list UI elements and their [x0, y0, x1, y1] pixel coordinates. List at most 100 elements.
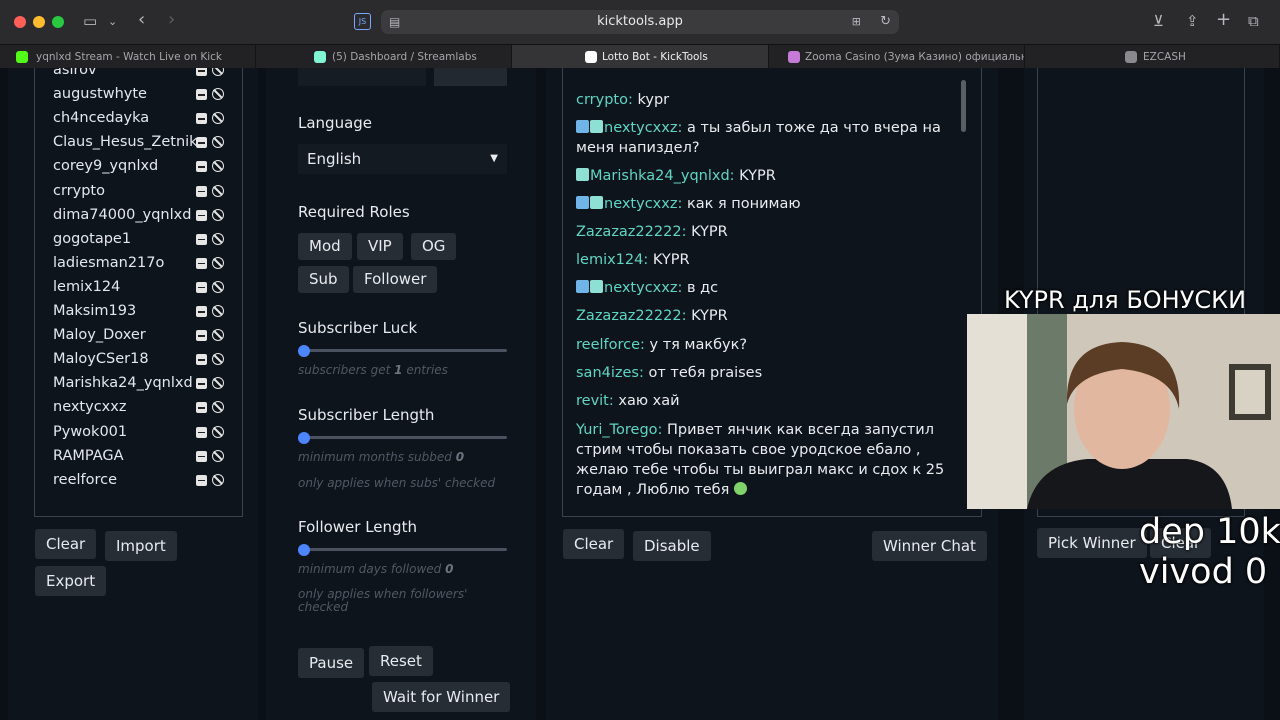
- sub-length-label: Subscriber Length: [298, 406, 435, 424]
- remove-icon[interactable]: [196, 330, 207, 342]
- remove-icon[interactable]: [196, 161, 207, 173]
- wait-for-winner-button[interactable]: Wait for Winner: [372, 682, 511, 712]
- reset-button[interactable]: Reset: [369, 646, 433, 676]
- chat-username[interactable]: Zazazaz22222: [576, 224, 682, 240]
- tab-kick[interactable]: yqnlxd Stream - Watch Live on Kick: [0, 45, 256, 69]
- ban-icon[interactable]: [212, 88, 224, 101]
- chat-username[interactable]: revit: [576, 393, 609, 409]
- ban-icon[interactable]: [212, 136, 224, 149]
- remove-icon[interactable]: [196, 281, 207, 293]
- remove-icon[interactable]: [196, 209, 207, 221]
- chat-disable-button[interactable]: Disable: [633, 531, 711, 561]
- import-button[interactable]: Import: [105, 531, 177, 561]
- tab-overview-icon[interactable]: ⧉: [1248, 12, 1259, 30]
- ban-icon[interactable]: [212, 425, 224, 438]
- ban-icon[interactable]: [212, 280, 224, 293]
- chat-feed[interactable]: crrypto: kypr nextycxxz: а ты забыл тоже …: [562, 68, 982, 517]
- follower-length-slider-handle[interactable]: [298, 544, 310, 556]
- close-window-button[interactable]: [14, 16, 26, 28]
- winner-chat-button[interactable]: Winner Chat: [872, 531, 987, 561]
- download-icon[interactable]: ⊻: [1153, 12, 1164, 30]
- remove-icon[interactable]: [196, 233, 207, 245]
- remove-icon[interactable]: [196, 113, 207, 125]
- remove-icon[interactable]: [196, 474, 207, 486]
- language-value: English: [307, 150, 362, 168]
- remove-icon[interactable]: [196, 68, 207, 76]
- remove-icon[interactable]: [196, 450, 207, 462]
- ban-icon[interactable]: [212, 473, 224, 486]
- chat-username[interactable]: nextycxxz: [604, 280, 677, 296]
- sub-luck-slider[interactable]: [302, 349, 507, 352]
- tab-zooma[interactable]: Zooma Casino (Зума Казино) официальный с…: [769, 45, 1025, 69]
- ban-icon[interactable]: [212, 305, 224, 317]
- role-sub-toggle[interactable]: Sub: [298, 266, 349, 293]
- remove-icon[interactable]: [196, 426, 207, 438]
- ban-icon[interactable]: [212, 449, 224, 462]
- chat-username[interactable]: nextycxxz: [604, 196, 677, 212]
- role-vip-toggle[interactable]: VIP: [357, 233, 403, 260]
- pause-button[interactable]: Pause: [298, 648, 365, 678]
- remove-icon[interactable]: [196, 257, 207, 269]
- new-tab-icon[interactable]: +: [1216, 9, 1231, 30]
- ban-icon[interactable]: [212, 401, 224, 414]
- zoom-window-button[interactable]: [52, 16, 64, 28]
- ban-icon[interactable]: [212, 232, 224, 245]
- ban-icon[interactable]: [212, 112, 224, 125]
- sub-length-slider-handle[interactable]: [298, 432, 310, 444]
- chevron-down-icon[interactable]: ⌄: [108, 15, 117, 28]
- chat-username[interactable]: crrypto: [576, 92, 628, 108]
- ban-icon[interactable]: [212, 208, 224, 221]
- excluded-users-list[interactable]: asirov augustwhyte ch4ncedayka Claus_Hesus_…: [34, 68, 243, 517]
- top-input-partial[interactable]: [298, 68, 426, 86]
- address-bar[interactable]: ▤ kicktools.app ⊞ ↻: [381, 10, 899, 34]
- share-icon[interactable]: ⇪: [1186, 12, 1199, 30]
- ban-icon[interactable]: [212, 256, 224, 269]
- chat-username[interactable]: lemix124: [576, 252, 643, 268]
- remove-icon[interactable]: [196, 378, 207, 390]
- ban-icon[interactable]: [212, 160, 224, 173]
- remove-icon[interactable]: [196, 185, 207, 197]
- translate-icon[interactable]: ⊞: [852, 10, 861, 34]
- back-icon[interactable]: ‹: [138, 9, 145, 30]
- list-clear-button[interactable]: Clear: [35, 529, 97, 559]
- tab-ezcash[interactable]: EZCASH: [1025, 45, 1280, 69]
- role-follower-toggle[interactable]: Follower: [353, 266, 438, 293]
- ban-icon[interactable]: [212, 377, 224, 390]
- export-button[interactable]: Export: [35, 566, 107, 596]
- sidebar-icon[interactable]: ▭: [83, 12, 97, 30]
- webcam-feed: [967, 314, 1280, 509]
- sub-length-slider[interactable]: [302, 436, 507, 439]
- chat-username[interactable]: Marishka24_yqnlxd: [590, 168, 730, 184]
- remove-icon[interactable]: [196, 137, 207, 149]
- chat-username[interactable]: Yuri_Torego: [576, 422, 658, 438]
- ban-icon[interactable]: [212, 184, 224, 197]
- reload-icon[interactable]: ↻: [880, 10, 891, 34]
- minimize-window-button[interactable]: [33, 16, 45, 28]
- tab-streamlabs[interactable]: (5) Dashboard / Streamlabs: [256, 45, 512, 69]
- top-button-partial[interactable]: [434, 68, 507, 86]
- remove-icon[interactable]: [196, 402, 207, 414]
- list-item: Maksim193: [53, 299, 241, 323]
- sub-luck-slider-handle[interactable]: [298, 345, 310, 357]
- chat-username[interactable]: reelforce: [576, 337, 640, 353]
- pick-winner-button[interactable]: Pick Winner: [1037, 528, 1147, 558]
- username: asirov: [53, 68, 97, 78]
- chat-message: Marishka24_yqnlxd: KYPR: [576, 166, 962, 186]
- language-select[interactable]: English ▼: [298, 144, 507, 174]
- remove-icon[interactable]: [196, 306, 207, 317]
- ban-icon[interactable]: [212, 329, 224, 342]
- chat-username[interactable]: san4izes: [576, 365, 639, 381]
- remove-icon[interactable]: [196, 89, 207, 101]
- tab-lotto-bot[interactable]: Lotto Bot - KickTools: [512, 45, 769, 69]
- remove-icon[interactable]: [196, 354, 207, 366]
- role-og-toggle[interactable]: OG: [411, 233, 457, 260]
- extension-js-icon[interactable]: JS: [354, 13, 371, 30]
- role-mod-toggle[interactable]: Mod: [298, 233, 352, 260]
- forward-icon[interactable]: ›: [168, 9, 175, 30]
- chat-clear-button[interactable]: Clear: [563, 529, 625, 559]
- ban-icon[interactable]: [212, 353, 224, 366]
- chat-username[interactable]: nextycxxz: [604, 120, 677, 136]
- ban-icon[interactable]: [212, 68, 224, 76]
- follower-length-slider[interactable]: [302, 548, 507, 551]
- chat-username[interactable]: Zazazaz22222: [576, 308, 682, 324]
